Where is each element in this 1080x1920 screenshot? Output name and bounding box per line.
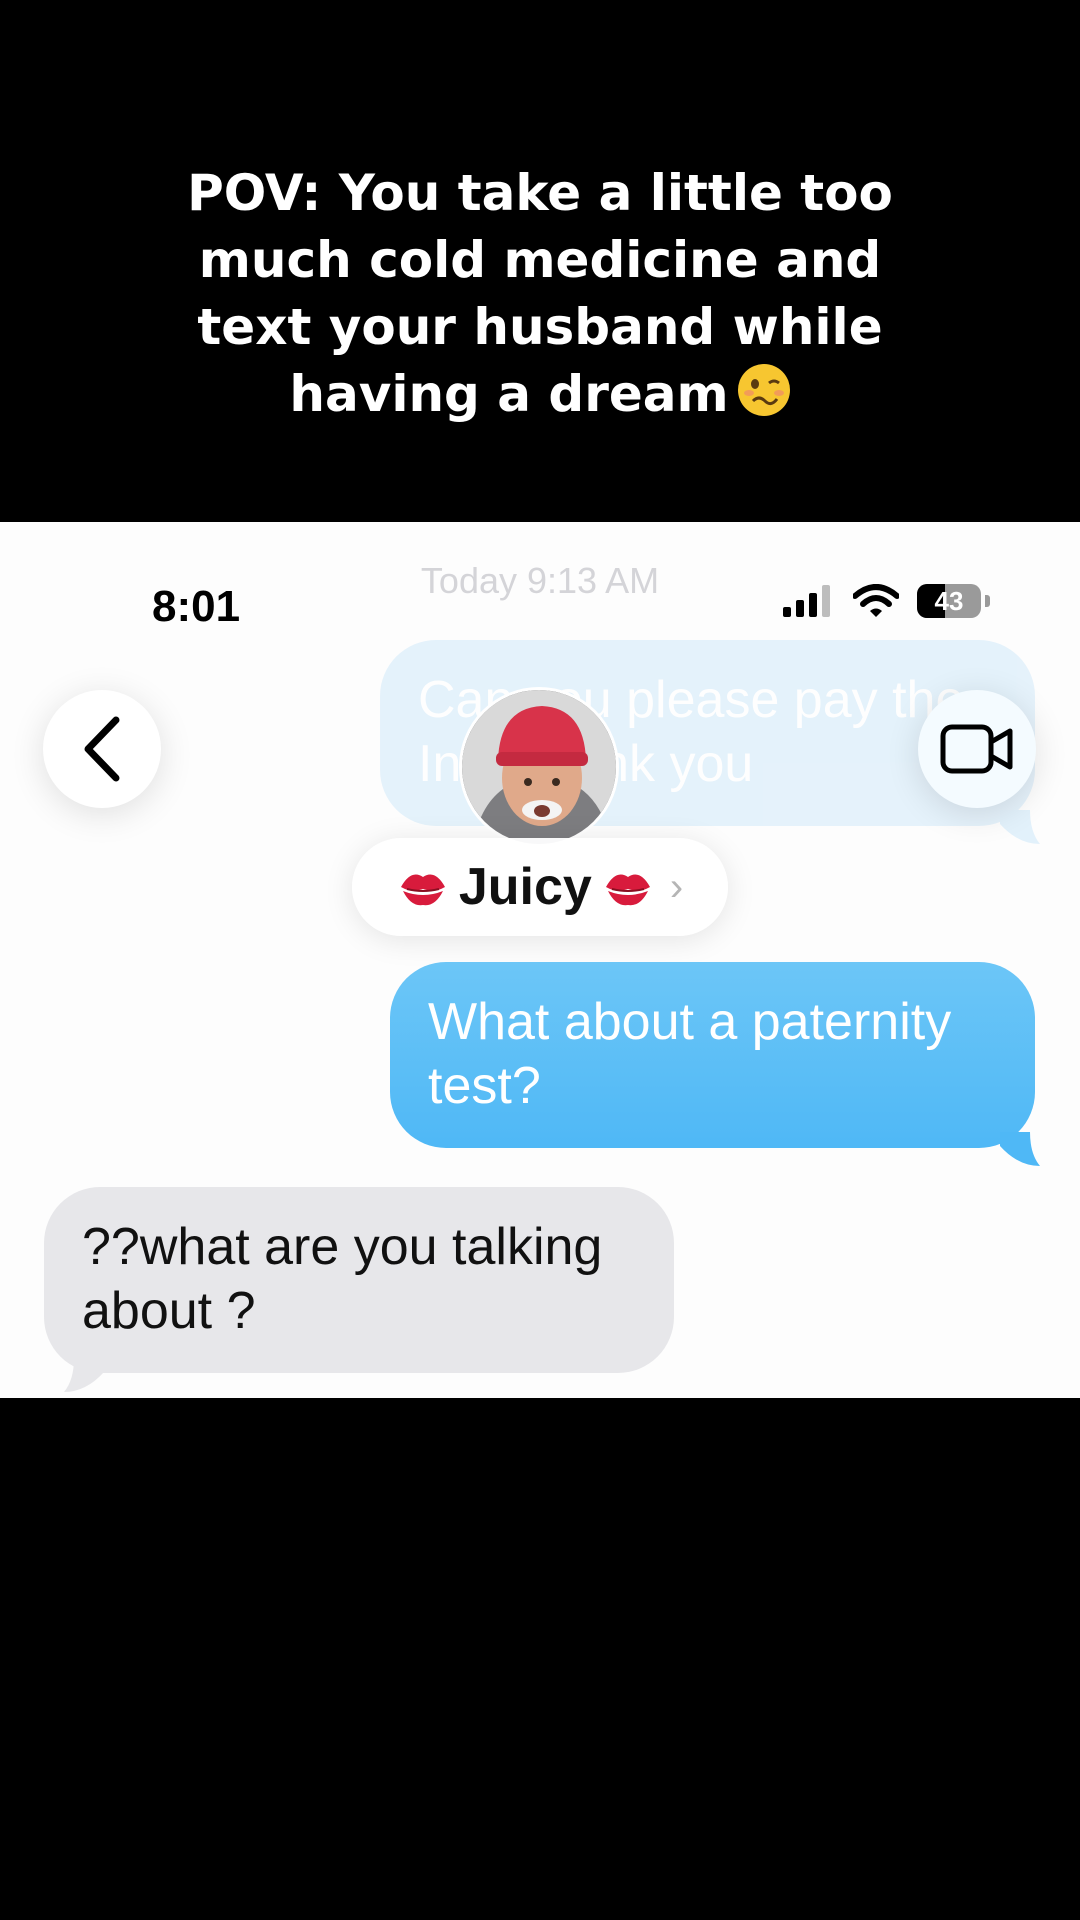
facetime-video-button[interactable] [918,690,1036,808]
caption-line-4-text: having a dream [289,365,729,423]
caption-line-1: POV: You take a little too [187,164,893,222]
cellular-signal-icon [783,585,830,617]
sent-message-bubble[interactable]: What about a paternity test? [390,962,1035,1148]
status-icons: 43 [783,584,990,618]
wifi-icon [853,584,899,617]
received-message-line-1: ??what are you talking [82,1218,603,1276]
woozy-face-icon [737,364,790,416]
caption: POV: You take a little too much cold med… [0,160,1080,428]
caption-line-2: much cold medicine and [198,231,882,289]
kiss-mark-icon [605,874,650,906]
sent-message-line-2: test? [428,1057,541,1115]
caption-line-4: having a dream [0,361,1080,428]
chevron-left-icon [84,716,120,782]
page: POV: You take a little too much cold med… [0,0,1080,1920]
sent-bubble-tail [1000,1132,1040,1166]
messages-screen: Today 9:13 AM Can you please pay the In…… [0,522,1080,1398]
received-message-bubble[interactable]: ??what are you talking about ? [44,1187,674,1373]
chevron-right-icon: › [669,864,684,909]
received-bubble-tail [64,1358,104,1392]
back-button[interactable] [43,690,161,808]
contact-photo [462,690,616,844]
status-time: 8:01 [152,582,241,631]
contact-name-pill[interactable]: Juicy › [352,838,728,936]
kiss-mark-icon [400,874,445,906]
faded-bubble-tail [1000,810,1040,844]
video-camera-icon [940,724,1013,774]
battery-level: 43 [934,586,964,616]
contact-avatar[interactable] [459,687,619,847]
sent-message-line-1: What about a paternity [428,993,952,1051]
received-message-line-2: about ? [82,1282,256,1340]
battery-icon: 43 [917,584,981,618]
contact-name: Juicy [458,858,592,916]
battery-cap [985,595,990,607]
caption-line-3: text your husband while [197,298,883,356]
